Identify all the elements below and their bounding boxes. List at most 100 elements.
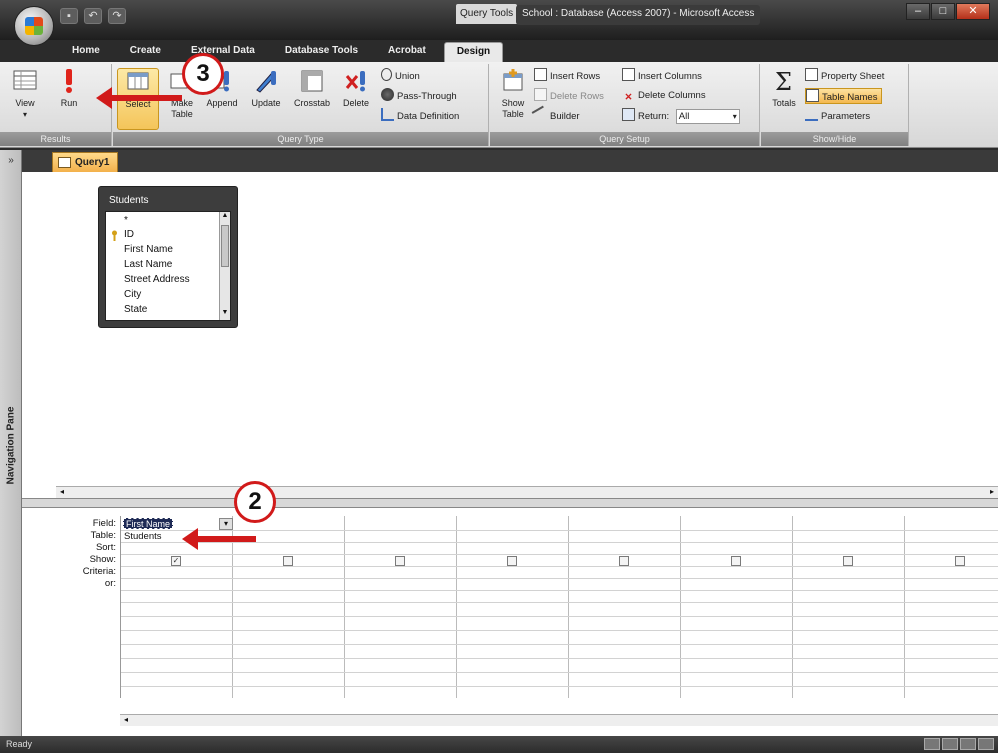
tab-design[interactable]: Design — [443, 42, 504, 62]
object-tab-bar: Query1 — [22, 150, 998, 172]
show-table-icon — [503, 69, 523, 91]
field-item[interactable]: First Name — [124, 243, 173, 257]
field-list-scrollbar[interactable]: ▲ ▼ — [219, 212, 230, 320]
grid-column[interactable] — [793, 516, 905, 698]
group-label-results: Results — [0, 132, 111, 146]
view-switch-button[interactable] — [978, 738, 994, 750]
union-button[interactable]: Union — [381, 68, 420, 84]
table-pane: Students * ID First Name Last Name Stree… — [22, 172, 998, 498]
append-label: Append — [206, 98, 238, 108]
tab-home[interactable]: Home — [60, 42, 112, 62]
grid-row-line — [121, 590, 998, 591]
totals-button[interactable]: Σ Totals — [763, 68, 805, 109]
delete-rows-icon — [534, 88, 547, 101]
tab-acrobat[interactable]: Acrobat — [376, 42, 438, 62]
step-2-callout: 2 — [234, 481, 276, 523]
scroll-up-icon[interactable]: ▲ — [220, 212, 230, 223]
field-value-selected[interactable]: First Name — [123, 518, 174, 529]
parameters-icon — [805, 108, 818, 121]
update-button[interactable]: Update — [245, 68, 287, 109]
close-button[interactable]: ✕ — [956, 3, 990, 20]
show-table-button[interactable]: Show Table — [492, 68, 534, 120]
show-checkbox[interactable] — [731, 556, 741, 566]
field-item[interactable]: State — [124, 303, 147, 317]
tab-query1[interactable]: Query1 — [52, 152, 119, 172]
grid-column[interactable] — [905, 516, 998, 698]
query-design-grid[interactable]: First Name ▾ Students ✓ — [120, 516, 998, 698]
tab-database-tools[interactable]: Database Tools — [273, 42, 370, 62]
field-dropdown-chevron-icon[interactable]: ▾ — [219, 518, 233, 530]
union-icon — [381, 68, 392, 81]
table-names-button[interactable]: Table Names — [805, 88, 883, 104]
grid-scrollbar[interactable]: ◂ — [120, 714, 998, 726]
view-switch-button[interactable] — [960, 738, 976, 750]
view-switch-button[interactable] — [924, 738, 940, 750]
parameters-button[interactable]: Parameters — [805, 108, 870, 124]
minimize-button[interactable]: – — [906, 3, 930, 20]
crosstab-button[interactable]: Crosstab — [291, 68, 333, 109]
scroll-left-icon[interactable]: ◂ — [124, 715, 128, 724]
scroll-thumb[interactable] — [221, 225, 229, 267]
delete-query-button[interactable]: Delete — [335, 68, 377, 109]
step-3-callout: 3 — [182, 53, 224, 95]
field-item[interactable]: * — [124, 214, 128, 228]
show-checkbox[interactable] — [395, 556, 405, 566]
scroll-left-icon[interactable]: ◂ — [60, 487, 64, 496]
show-checkbox[interactable] — [507, 556, 517, 566]
show-checkbox[interactable] — [843, 556, 853, 566]
save-icon[interactable]: ▪ — [60, 8, 78, 24]
field-item[interactable]: City — [124, 288, 141, 302]
grid-column[interactable] — [569, 516, 681, 698]
grid-row-line — [121, 686, 998, 687]
show-checkbox[interactable] — [955, 556, 965, 566]
delete-columns-button[interactable]: ✕ Delete Columns — [622, 88, 706, 104]
maximize-button[interactable]: □ — [931, 3, 955, 20]
field-item[interactable]: Street Address — [124, 273, 190, 287]
view-switch-button[interactable] — [942, 738, 958, 750]
row-label-sort: Sort: — [95, 542, 116, 553]
delete-rows-button[interactable]: Delete Rows — [534, 88, 604, 104]
data-definition-button[interactable]: Data Definition — [381, 108, 459, 124]
field-item[interactable]: Last Name — [124, 258, 172, 272]
insert-columns-button[interactable]: Insert Columns — [622, 68, 702, 84]
grid-row-line — [121, 616, 998, 617]
grid-column[interactable] — [681, 516, 793, 698]
quick-access-toolbar: ▪ ↶ ↷ — [60, 6, 126, 26]
grid-column[interactable] — [233, 516, 345, 698]
grid-column[interactable] — [345, 516, 457, 698]
scroll-down-icon[interactable]: ▼ — [220, 309, 230, 320]
pass-through-button[interactable]: Pass-Through — [381, 88, 457, 104]
table-cell-1[interactable]: Students — [124, 531, 162, 542]
show-checkbox[interactable] — [283, 556, 293, 566]
redo-icon[interactable]: ↷ — [108, 8, 126, 24]
students-field-list[interactable]: Students * ID First Name Last Name Stree… — [98, 186, 238, 328]
scroll-right-icon[interactable]: ▸ — [990, 487, 994, 496]
office-button[interactable] — [14, 6, 54, 46]
undo-icon[interactable]: ↶ — [84, 8, 102, 24]
row-label-field: Field: — [92, 518, 116, 529]
row-label-table: Table: — [90, 530, 116, 541]
delete-rows-label: Delete Rows — [550, 91, 604, 102]
navigation-pane[interactable]: » Navigation Pane — [0, 150, 22, 736]
builder-button[interactable]: Builder — [531, 105, 580, 124]
datasheet-view-icon — [13, 70, 37, 90]
field-item[interactable]: ID — [124, 228, 134, 242]
grid-column[interactable] — [121, 516, 233, 698]
insert-rows-button[interactable]: Insert Rows — [534, 68, 600, 84]
tab-create[interactable]: Create — [118, 42, 173, 62]
property-sheet-button[interactable]: Property Sheet — [805, 68, 884, 84]
field-cell-1[interactable]: First Name ▾ — [123, 518, 233, 530]
return-select[interactable]: All ▾ — [675, 108, 740, 124]
nav-pane-expand-icon[interactable]: » — [3, 154, 19, 168]
pane-splitter[interactable] — [22, 498, 998, 508]
data-definition-label: Data Definition — [397, 111, 460, 122]
status-bar: Ready — [0, 736, 998, 753]
table-pane-scrollbar[interactable]: ◂ ▸ — [56, 486, 998, 498]
run-button[interactable]: Run — [48, 68, 90, 109]
view-button[interactable]: View ▾ — [4, 68, 46, 120]
show-checkbox[interactable] — [619, 556, 629, 566]
builder-label: Builder — [550, 111, 580, 122]
show-checkbox-1[interactable]: ✓ — [171, 556, 181, 566]
primary-key-icon — [112, 230, 117, 241]
grid-column[interactable] — [457, 516, 569, 698]
